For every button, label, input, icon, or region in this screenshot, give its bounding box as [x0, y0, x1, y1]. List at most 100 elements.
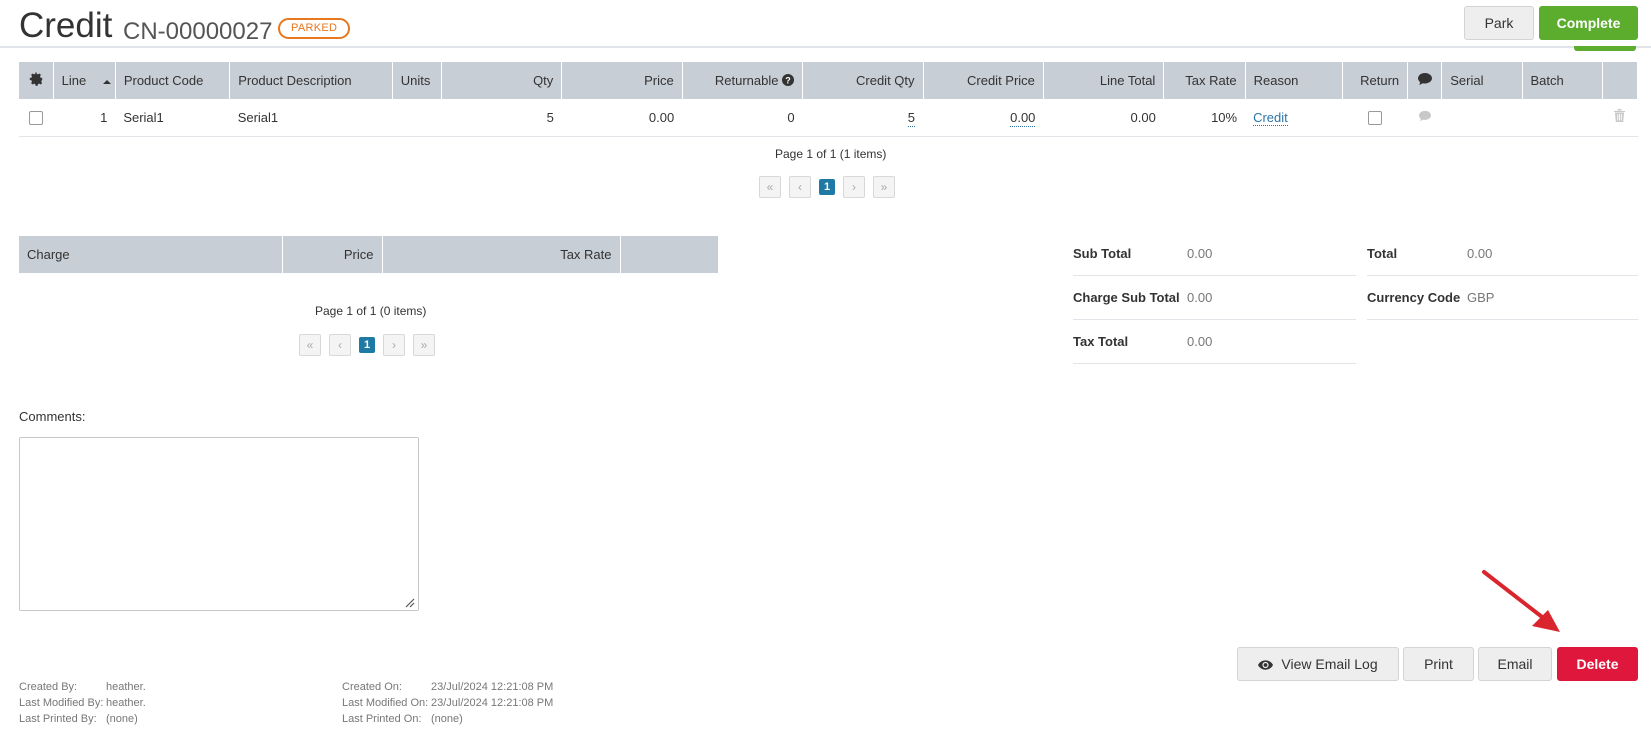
- prev-page-button[interactable]: ‹: [329, 334, 351, 356]
- complete-button[interactable]: Complete: [1539, 6, 1638, 40]
- column-header-line[interactable]: Line: [53, 62, 116, 99]
- created-by-value: heather.: [106, 681, 146, 693]
- column-header-product-code[interactable]: Product Code: [115, 62, 231, 99]
- page-title: Credit: [19, 6, 113, 45]
- last-modified-by-value: heather.: [106, 697, 146, 709]
- currency-code-value: GBP: [1467, 290, 1495, 305]
- status-badge: PARKED: [278, 18, 351, 39]
- divider: [1073, 275, 1356, 276]
- svg-text:?: ?: [785, 76, 791, 86]
- charge-sub-total-value: 0.00: [1187, 290, 1213, 305]
- last-page-button[interactable]: »: [873, 176, 895, 198]
- email-button[interactable]: Email: [1478, 647, 1552, 681]
- hidden-button-edge: [1574, 46, 1636, 51]
- created-on-value: 23/Jul/2024 12:21:08 PM: [431, 681, 554, 693]
- current-page-indicator[interactable]: 1: [359, 337, 375, 353]
- table-header-row: Charge Price Tax Rate: [19, 236, 719, 273]
- eye-icon: [1258, 660, 1274, 670]
- column-header-actions: [1602, 62, 1639, 99]
- divider: [1073, 363, 1356, 364]
- product-code: Serial1: [115, 99, 230, 137]
- sort-asc-icon: [102, 79, 111, 84]
- column-header-line-total[interactable]: Line Total: [1043, 62, 1165, 99]
- divider: [1367, 319, 1638, 320]
- last-printed-by-label: Last Printed By:: [19, 713, 97, 725]
- column-header-units[interactable]: Units: [392, 62, 442, 99]
- column-header-returnable[interactable]: Returnable ?: [682, 62, 804, 99]
- created-by-label: Created By:: [19, 681, 78, 693]
- credit-price-editor[interactable]: 0.00: [1010, 109, 1036, 127]
- comment-cell: [1407, 99, 1442, 137]
- column-header-serial[interactable]: Serial: [1441, 62, 1523, 99]
- credit-qty-cell: 5: [802, 99, 924, 137]
- price: 0.00: [561, 99, 683, 137]
- charges-table: Charge Price Tax Rate: [19, 236, 719, 273]
- column-header-comments[interactable]: [1407, 62, 1443, 99]
- sub-total-value: 0.00: [1187, 246, 1213, 261]
- divider: [1367, 275, 1638, 276]
- first-page-button[interactable]: «: [299, 334, 321, 356]
- resize-grip-icon[interactable]: [404, 597, 415, 608]
- first-page-button[interactable]: «: [759, 176, 781, 198]
- line-items-table: Line Product Code Product Description Un…: [19, 62, 1639, 137]
- column-header-price[interactable]: Price: [561, 62, 683, 99]
- created-on-label: Created On:: [342, 681, 402, 693]
- column-settings-button[interactable]: [19, 62, 54, 99]
- column-header-return[interactable]: Return: [1342, 62, 1409, 99]
- comments-textarea[interactable]: [19, 437, 419, 611]
- row-select-cell: [19, 99, 54, 137]
- comment-icon[interactable]: [1418, 110, 1432, 122]
- return-checkbox[interactable]: [1368, 111, 1383, 126]
- prev-page-button[interactable]: ‹: [789, 176, 811, 198]
- comments-label: Comments:: [19, 409, 86, 424]
- tax-total-label: Tax Total: [1073, 334, 1129, 349]
- last-printed-on-value: (none): [431, 713, 463, 725]
- column-header-tax-rate[interactable]: Tax Rate: [1163, 62, 1246, 99]
- park-button[interactable]: Park: [1464, 6, 1534, 40]
- returnable: 0: [682, 99, 803, 137]
- units: [392, 99, 442, 137]
- line-number: 1: [53, 99, 116, 137]
- table-header-row: Line Product Code Product Description Un…: [19, 62, 1639, 99]
- total-label: Total: [1367, 246, 1398, 261]
- document-number: CN-00000027: [123, 18, 273, 45]
- reason-editor[interactable]: Credit: [1253, 109, 1288, 126]
- column-header-credit-price[interactable]: Credit Price: [923, 62, 1044, 99]
- column-header-product-description[interactable]: Product Description: [229, 62, 393, 99]
- last-modified-on-label: Last Modified On:: [342, 697, 429, 709]
- last-page-button[interactable]: »: [413, 334, 435, 356]
- line-total: 0.00: [1043, 99, 1164, 137]
- column-header-reason[interactable]: Reason: [1245, 62, 1343, 99]
- currency-code-label: Currency Code: [1367, 290, 1461, 305]
- next-page-button[interactable]: ›: [383, 334, 405, 356]
- column-header-credit-qty[interactable]: Credit Qty: [802, 62, 924, 99]
- credit-price-cell: 0.00: [923, 99, 1044, 137]
- current-page-indicator[interactable]: 1: [819, 179, 835, 195]
- column-header-charge[interactable]: Charge: [19, 236, 283, 273]
- total-value: 0.00: [1467, 246, 1493, 261]
- view-email-log-button[interactable]: View Email Log: [1237, 647, 1399, 681]
- column-header-charge-price[interactable]: Price: [282, 236, 383, 273]
- batch: [1522, 99, 1603, 137]
- last-printed-on-label: Last Printed On:: [342, 713, 422, 725]
- delete-button[interactable]: Delete: [1557, 647, 1638, 681]
- last-modified-on-value: 23/Jul/2024 12:21:08 PM: [431, 697, 554, 709]
- trash-icon[interactable]: [1613, 108, 1626, 123]
- serial: [1441, 99, 1523, 137]
- last-printed-by-value: (none): [106, 713, 138, 725]
- column-header-batch[interactable]: Batch: [1522, 62, 1603, 99]
- items-pager: « ‹ 1 › »: [759, 176, 895, 198]
- charge-sub-total-label: Charge Sub Total: [1073, 290, 1180, 305]
- charges-pager-text: Page 1 of 1 (0 items): [315, 304, 427, 318]
- charges-pager: « ‹ 1 › »: [299, 334, 435, 356]
- row-select-checkbox[interactable]: [29, 111, 44, 126]
- next-page-button[interactable]: ›: [843, 176, 865, 198]
- help-circle-icon[interactable]: ?: [782, 74, 795, 86]
- reason-cell: Credit: [1245, 99, 1343, 137]
- delete-row-cell: [1602, 99, 1638, 137]
- credit-qty-editor[interactable]: 5: [907, 109, 916, 127]
- qty: 5: [441, 99, 562, 137]
- print-button[interactable]: Print: [1403, 647, 1474, 681]
- column-header-charge-tax-rate[interactable]: Tax Rate: [382, 236, 621, 273]
- column-header-qty[interactable]: Qty: [441, 62, 563, 99]
